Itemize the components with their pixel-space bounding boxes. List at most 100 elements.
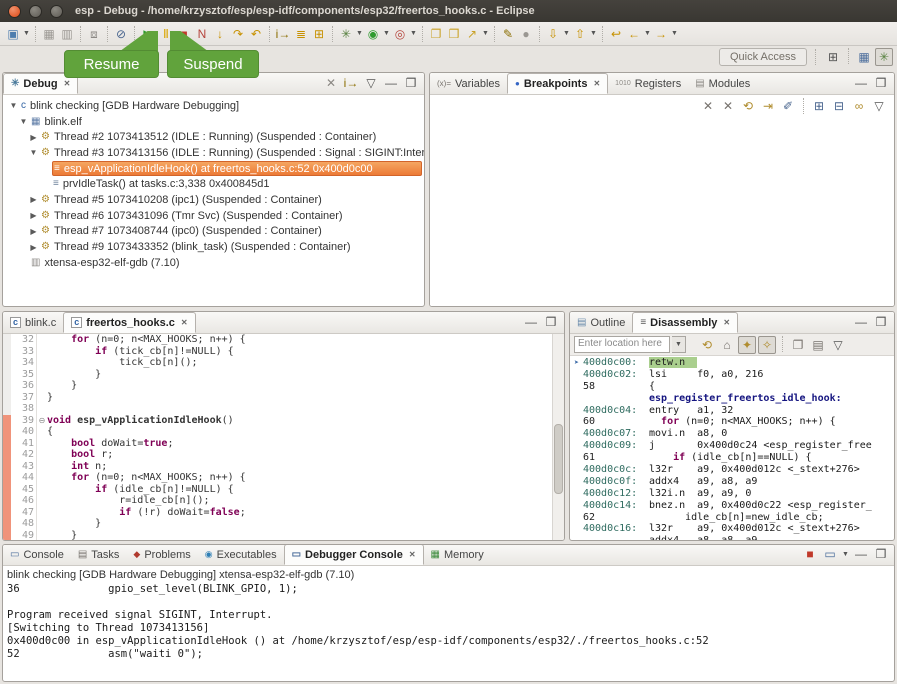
debug-button[interactable]: ✳ <box>337 25 355 43</box>
trace-control-button[interactable]: ⊞ <box>310 25 328 43</box>
disconnect-button[interactable]: N <box>193 25 211 43</box>
go-to-file-button[interactable]: ⇥ <box>759 97 777 115</box>
new-wizard-button[interactable]: ▣ <box>4 25 22 43</box>
view-menu-button[interactable]: ▽ <box>870 97 888 115</box>
tree-expander-icon[interactable]: ▶ <box>27 211 40 220</box>
minimize-button[interactable]: — <box>852 313 870 331</box>
editor-fold-margin[interactable]: ⊖ <box>37 334 47 540</box>
debug-tree-row[interactable]: ▶⚙Thread #9 1073433352 (blink_task) (Sus… <box>3 239 424 255</box>
minimize-button[interactable]: — <box>382 74 400 92</box>
back-button[interactable]: ← <box>625 25 643 43</box>
disassembly-content[interactable]: ➤400d0c00:retw.n 400d0c02:lsi f0, a0, 21… <box>570 356 894 540</box>
previous-annotation-button[interactable]: ⇧ <box>571 25 589 43</box>
fold-collapse-icon[interactable]: ⊖ <box>37 415 47 427</box>
debug-tree-row[interactable]: ▶⚙Thread #6 1073431096 (Tmr Svc) (Suspen… <box>3 208 424 224</box>
chevron-down-icon[interactable]: ▼ <box>482 30 490 37</box>
view-menu-button[interactable]: ▽ <box>362 74 380 92</box>
maximize-button[interactable]: ❒ <box>542 313 560 331</box>
forward-button[interactable]: → <box>652 25 670 43</box>
chevron-down-icon[interactable]: ▼ <box>356 30 364 37</box>
skip-all-breakpoints-toggle[interactable]: ✐ <box>779 97 797 115</box>
debug-tree-row[interactable]: ▶⚙Thread #2 1073413512 (IDLE : Running) … <box>3 129 424 145</box>
editor-scrollbar[interactable] <box>552 334 564 540</box>
chevron-down-icon[interactable]: ▼ <box>671 30 679 37</box>
save-button[interactable]: ▦ <box>40 25 58 43</box>
remove-all-terminated-button[interactable]: ✕ <box>322 74 340 92</box>
collapse-all-button[interactable]: ⊟ <box>830 97 848 115</box>
home-button[interactable]: ⌂ <box>718 336 736 354</box>
sync-selection-button[interactable]: ⟲ <box>698 336 716 354</box>
stack-frame-row[interactable]: ≡esp_vApplicationIdleHook() at freertos_… <box>3 161 424 177</box>
tree-expander-icon[interactable]: ▶ <box>27 195 40 204</box>
next-annotation-button[interactable]: ⇩ <box>544 25 562 43</box>
tab-tasks[interactable]: ▤Tasks <box>71 544 127 565</box>
instruction-stepping-button[interactable]: i→ <box>274 25 292 43</box>
close-icon[interactable]: ✕ <box>723 318 730 327</box>
link-with-debug-button[interactable]: ∞ <box>850 97 868 115</box>
close-icon[interactable]: ✕ <box>181 318 188 327</box>
instruction-step-toggle-button[interactable]: i→ <box>342 74 360 92</box>
maximize-button[interactable]: ❒ <box>402 74 420 92</box>
editor-code-area[interactable]: for (n=0; n<MAX_HOOKS; n++) { if (tick_c… <box>47 334 552 540</box>
maximize-button[interactable]: ❒ <box>872 313 890 331</box>
run-button[interactable]: ◉ <box>364 25 382 43</box>
cpp-perspective-button[interactable]: ▦ <box>855 48 873 66</box>
open-resource-button[interactable]: ❒ <box>445 25 463 43</box>
close-icon[interactable]: ✕ <box>64 79 71 88</box>
display-console-button[interactable]: ▭ <box>821 545 839 563</box>
open-perspective-button[interactable]: ⊞ <box>824 48 842 66</box>
chevron-down-icon[interactable]: ▼ <box>644 30 652 37</box>
open-element-button[interactable]: ↗ <box>463 25 481 43</box>
tab-problems[interactable]: ◆Problems <box>126 544 197 565</box>
open-folder-button[interactable]: ❐ <box>427 25 445 43</box>
tab-disassembly[interactable]: ≡Disassembly✕ <box>632 312 738 333</box>
maximize-button[interactable]: ❒ <box>872 74 890 92</box>
debug-tree-row[interactable]: ▥xtensa-esp32-elf-gdb (7.10) <box>3 255 424 271</box>
tree-expander-icon[interactable]: ▶ <box>27 243 40 252</box>
tab-memory[interactable]: ▦Memory <box>424 544 491 565</box>
debug-tree-row[interactable]: ▶⚙Thread #5 1073410208 (ipc1) (Suspended… <box>3 192 424 208</box>
window-close-button[interactable] <box>8 5 21 18</box>
save-all-button[interactable]: ▥ <box>58 25 76 43</box>
remove-all-breakpoints-button[interactable]: ✕ <box>719 97 737 115</box>
expand-all-button[interactable]: ⊞ <box>810 97 828 115</box>
chevron-down-icon[interactable]: ▼ <box>383 30 391 37</box>
mark-occurrences-button[interactable]: ✎ <box>499 25 517 43</box>
chevron-down-icon[interactable]: ▼ <box>590 30 598 37</box>
external-tools-button[interactable]: ◎ <box>391 25 409 43</box>
show-debug-columns-button[interactable]: ≣ <box>292 25 310 43</box>
minimize-button[interactable]: — <box>852 74 870 92</box>
show-breakpoints-for-button[interactable]: ⟲ <box>739 97 757 115</box>
tab-modules[interactable]: ▤Modules <box>688 73 757 94</box>
tab-executables[interactable]: ◉Executables <box>198 544 284 565</box>
close-icon[interactable]: ✕ <box>409 550 416 559</box>
debug-tree-row[interactable]: ▶⚙Thread #7 1073408744 (ipc0) (Suspended… <box>3 224 424 240</box>
console-content[interactable]: blink checking [GDB Hardware Debugging] … <box>3 566 894 681</box>
tree-expander-icon[interactable]: ▼ <box>27 148 40 157</box>
tab-breakpoints[interactable]: ●Breakpoints✕ <box>507 73 608 94</box>
location-input[interactable]: Enter location here <box>574 336 670 353</box>
remove-breakpoint-button[interactable]: ✕ <box>699 97 717 115</box>
chevron-down-icon[interactable]: ▼ <box>672 336 686 353</box>
tree-expander-icon[interactable]: ▶ <box>27 133 40 142</box>
editor-tab-blink-c[interactable]: cblink.c <box>3 312 63 333</box>
tab-variables[interactable]: (x)=Variables <box>430 73 507 94</box>
last-edit-location-button[interactable]: ↩ <box>607 25 625 43</box>
annotation-button[interactable]: ● <box>517 25 535 43</box>
tab-debugger-console[interactable]: ▭Debugger Console✕ <box>284 544 424 565</box>
editor-tab-freertos-hooks-c[interactable]: cfreertos_hooks.c✕ <box>63 312 195 333</box>
minimize-button[interactable]: — <box>852 545 870 563</box>
terminate-button[interactable]: ■ <box>801 545 819 563</box>
window-maximize-button[interactable] <box>50 5 63 18</box>
maximize-button[interactable]: ❒ <box>872 545 890 563</box>
chevron-down-icon[interactable]: ▼ <box>23 30 31 37</box>
chevron-down-icon[interactable]: ▼ <box>842 551 850 558</box>
track-expression-toggle[interactable]: ✧ <box>758 336 776 354</box>
close-icon[interactable]: ✕ <box>593 79 600 88</box>
minimize-button[interactable]: — <box>522 313 540 331</box>
show-source-toggle[interactable]: ✦ <box>738 336 756 354</box>
copy-button[interactable]: ❐ <box>789 336 807 354</box>
step-over-button[interactable]: ↷ <box>229 25 247 43</box>
chevron-down-icon[interactable]: ▼ <box>563 30 571 37</box>
step-into-button[interactable]: ↓ <box>211 25 229 43</box>
